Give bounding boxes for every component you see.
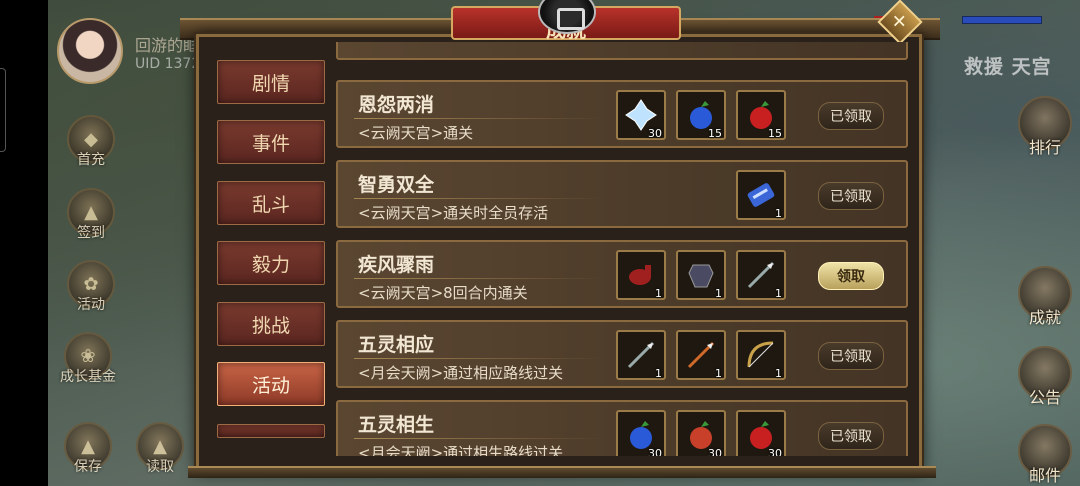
reward-count: 1	[715, 287, 722, 300]
spear-icon[interactable]: 1	[736, 250, 786, 300]
reward-count: 30	[648, 127, 662, 140]
staff-icon[interactable]: 1	[676, 330, 726, 380]
tab-4[interactable]: 挑战	[217, 302, 325, 346]
right-button-1[interactable]: 成就	[1016, 266, 1074, 328]
reward-count: 30	[648, 447, 662, 456]
list-item-partial	[336, 42, 908, 60]
side-button-label: 活动	[77, 297, 105, 313]
claimed-button[interactable]: 已领取	[818, 422, 884, 450]
side-button-3[interactable]: ❀ 成长基金	[60, 332, 116, 386]
divider	[354, 438, 604, 439]
pomegranate-icon[interactable]: 30	[676, 410, 726, 456]
stage-title: 救援 天宫	[964, 56, 1052, 78]
side-button-label: 读取	[146, 459, 174, 475]
achievement-desc: <月会天阙>通过相生路线过关	[358, 444, 564, 456]
side-button-0[interactable]: ◆ 首充	[63, 115, 119, 169]
achievement-desc: <云阙天宫>通关	[358, 124, 474, 142]
right-button-label: 成就	[1028, 308, 1061, 327]
left-black-bar	[0, 0, 48, 486]
reward-count: 15	[768, 127, 782, 140]
achievement-name: 疾风骤雨	[358, 254, 435, 276]
tab-3[interactable]: 毅力	[217, 241, 325, 285]
claim-button[interactable]: 领取	[818, 262, 884, 290]
achievement-row: 五灵相应 <月会天阙>通过相应路线过关 1 1 1 已领取	[336, 320, 908, 388]
avatar[interactable]	[57, 18, 123, 84]
right-button-0[interactable]: 排行	[1016, 96, 1074, 158]
bow-icon[interactable]: 1	[736, 330, 786, 380]
tab-5[interactable]: 活动	[217, 362, 325, 406]
red-fruit-icon[interactable]: 15	[736, 90, 786, 140]
scroll-icon[interactable]: 1	[736, 170, 786, 220]
right-button-2[interactable]: 公告	[1016, 346, 1074, 408]
divider	[354, 358, 604, 359]
tab-0[interactable]: 剧情	[217, 60, 325, 104]
achievement-name: 智勇双全	[358, 174, 435, 196]
achievement-list[interactable]: 恩怨两消 <云阙天宫>通关 30 15 15 已领取 智勇双全 <云阙天宫>通关时全员存活 1 已…	[336, 42, 908, 456]
panel-bottom-frame	[188, 466, 936, 478]
red-fruit-icon[interactable]: 30	[736, 410, 786, 456]
achievement-name: 恩怨两消	[358, 94, 435, 116]
right-button-3[interactable]: 邮件	[1016, 424, 1074, 486]
tab-2[interactable]: 乱斗	[217, 181, 325, 225]
reward-count: 30	[708, 447, 722, 456]
achievement-desc: <月会天阙>通过相应路线过关	[358, 364, 564, 382]
achievement-name: 五灵相生	[358, 414, 435, 436]
crystal-icon[interactable]: 30	[616, 90, 666, 140]
reward-count: 30	[768, 447, 782, 456]
divider	[354, 278, 604, 279]
side-button-2[interactable]: ✿ 活动	[63, 260, 119, 314]
side-button-1[interactable]: ▲ 签到	[63, 188, 119, 242]
side-button-label: 首充	[77, 152, 105, 168]
reward-count: 1	[775, 287, 782, 300]
side-button-5[interactable]: ▲ 读取	[132, 422, 188, 476]
claimed-button[interactable]: 已领取	[818, 182, 884, 210]
reward-count: 1	[715, 367, 722, 380]
achievement-desc: <云阙天宫>8回合内通关	[358, 284, 528, 302]
blue-fruit-icon[interactable]: 15	[676, 90, 726, 140]
right-button-label: 邮件	[1028, 466, 1061, 485]
achievement-name: 五灵相应	[358, 334, 435, 356]
divider	[354, 198, 604, 199]
armor-icon[interactable]: 1	[676, 250, 726, 300]
side-button-label: 保存	[74, 459, 102, 475]
achievement-row: 五灵相生 <月会天阙>通过相生路线过关 30 30 30 已领取	[336, 400, 908, 456]
side-button-4[interactable]: ▲ 保存	[60, 422, 116, 476]
achievement-row: 恩怨两消 <云阙天宫>通关 30 15 15 已领取	[336, 80, 908, 148]
reward-count: 1	[655, 287, 662, 300]
edge-handle[interactable]	[0, 68, 6, 152]
close-icon: ✕	[892, 11, 908, 33]
side-button-label: 签到	[77, 225, 105, 241]
right-button-label: 排行	[1028, 138, 1061, 157]
achievement-row: 智勇双全 <云阙天宫>通关时全员存活 1 已领取	[336, 160, 908, 228]
reward-count: 15	[708, 127, 722, 140]
claimed-button[interactable]: 已领取	[818, 102, 884, 130]
tab-partial	[217, 424, 325, 438]
reward-count: 1	[655, 367, 662, 380]
achievement-desc: <云阙天宫>通关时全员存活	[358, 204, 549, 222]
reward-count: 1	[775, 367, 782, 380]
progress-bar-blue	[962, 16, 1042, 24]
red-horse-icon[interactable]: 1	[616, 250, 666, 300]
claimed-button[interactable]: 已领取	[818, 342, 884, 370]
achievement-row: 疾风骤雨 <云阙天宫>8回合内通关 1 1 1 领取	[336, 240, 908, 308]
reward-count: 1	[775, 207, 782, 220]
blue-fruit-icon[interactable]: 30	[616, 410, 666, 456]
divider	[354, 118, 604, 119]
tab-1[interactable]: 事件	[217, 120, 325, 164]
side-button-label: 成长基金	[60, 369, 116, 385]
spear-icon[interactable]: 1	[616, 330, 666, 380]
right-button-label: 公告	[1028, 388, 1061, 407]
